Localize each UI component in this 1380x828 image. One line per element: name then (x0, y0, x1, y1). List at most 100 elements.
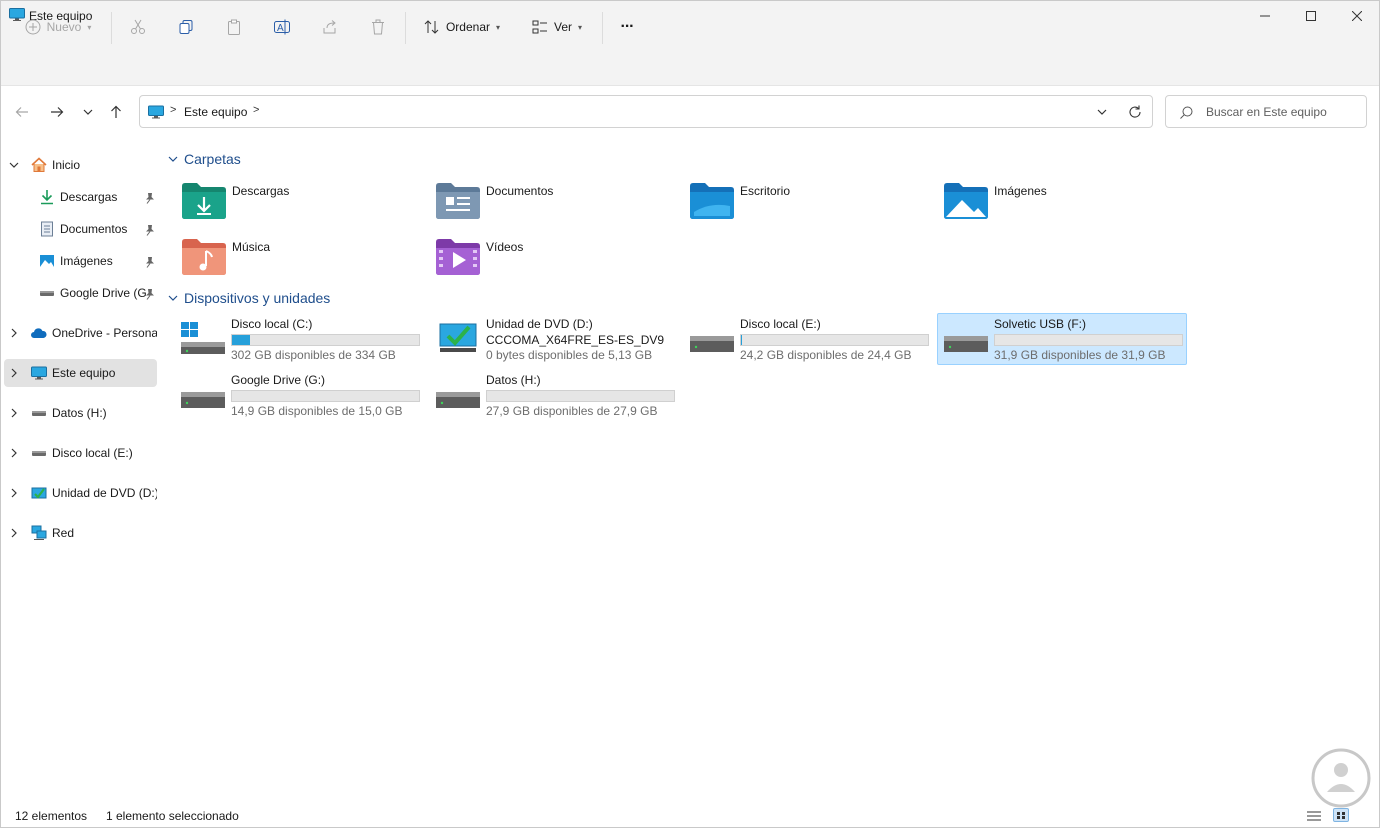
sidebar-item-disco-local-e[interactable]: Disco local (E:) (4, 439, 157, 467)
drive-usage-bar (486, 390, 675, 402)
sidebar-item-red[interactable]: Red (4, 519, 157, 547)
windows-drive-icon (181, 322, 225, 354)
sidebar-item-onedrive[interactable]: OneDrive - Personal (4, 319, 157, 347)
back-button[interactable] (10, 100, 34, 124)
chevron-right-icon[interactable] (8, 367, 20, 379)
sidebar-item-inicio[interactable]: Inicio (4, 151, 157, 179)
computer-icon (148, 105, 164, 119)
recent-locations-button[interactable] (76, 100, 100, 124)
drive-tile-h[interactable]: Datos (H:) 27,9 GB disponibles de 27,9 G… (436, 370, 686, 422)
drive-name: Datos (H:) (486, 373, 541, 387)
paste-button[interactable] (220, 12, 248, 42)
sidebar-item-imagenes[interactable]: Imágenes (4, 247, 157, 275)
drive-usage-bar (994, 334, 1183, 346)
drive-tile-f[interactable]: Solvetic USB (F:) 31,9 GB disponibles de… (937, 313, 1187, 365)
drive-tile-d[interactable]: Unidad de DVD (D:) CCCOMA_X64FRE_ES-ES_D… (436, 314, 686, 366)
breadcrumb-este-equipo[interactable]: Este equipo (184, 105, 247, 119)
chevron-down-icon (168, 156, 178, 162)
folder-tile-musica[interactable]: Música (182, 234, 432, 286)
drive-name: Disco local (C:) (231, 317, 313, 331)
drive-space-info: 302 GB disponibles de 334 GB (231, 348, 396, 362)
sidebar-item-label: Inicio (52, 158, 81, 172)
drive-space-info: 0 bytes disponibles de 5,13 GB (486, 348, 653, 362)
view-button[interactable]: Ver ▾ (524, 12, 590, 42)
folder-tile-imagenes[interactable]: Imágenes (944, 178, 1194, 230)
sort-button[interactable]: Ordenar ▾ (416, 12, 508, 42)
maximize-icon (1306, 11, 1316, 21)
sidebar-item-documentos[interactable]: Documentos (4, 215, 157, 243)
sidebar-item-descargas[interactable]: Descargas (4, 183, 157, 211)
up-button[interactable] (104, 100, 128, 124)
rename-icon: A (274, 19, 290, 35)
sidebar-item-label: Documentos (60, 222, 128, 236)
view-label: Ver (553, 20, 572, 34)
sidebar-item-google-drive[interactable]: Google Drive (G (4, 279, 157, 307)
drive-tile-e[interactable]: Disco local (E:) 24,2 GB disponibles de … (690, 314, 940, 366)
drive-space-info: 27,9 GB disponibles de 27,9 GB (486, 404, 658, 418)
group-header-dispositivos[interactable]: Dispositivos y unidades (168, 290, 330, 306)
search-box[interactable]: Buscar en Este equipo (1165, 95, 1367, 128)
maximize-button[interactable] (1288, 0, 1334, 32)
refresh-icon[interactable] (1128, 105, 1142, 119)
chevron-down-icon[interactable] (1097, 107, 1107, 117)
folder-name: Escritorio (740, 184, 791, 198)
breadcrumb-separator[interactable]: > (253, 104, 259, 116)
drive-usage-fill (741, 335, 743, 345)
chevron-right-icon[interactable] (8, 407, 20, 419)
rename-button[interactable]: A (268, 12, 296, 42)
drive-name: Solvetic USB (F:) (994, 317, 1087, 331)
view-icon (532, 20, 547, 34)
pictures-folder-icon (944, 183, 988, 219)
sidebar-item-label: OneDrive - Personal (52, 326, 157, 340)
drive-tile-c[interactable]: Disco local (C:) 302 GB disponibles de 3… (181, 314, 431, 366)
group-header-carpetas[interactable]: Carpetas (168, 151, 241, 167)
drive-tile-g[interactable]: Google Drive (G:) 14,9 GB disponibles de… (181, 370, 431, 422)
drive-usage-bar (740, 334, 929, 346)
drive-volume-label: CCCOMA_X64FRE_ES-ES_DV9 (486, 333, 665, 347)
sidebar-item-este-equipo[interactable]: Este equipo (4, 359, 157, 387)
close-button[interactable] (1334, 0, 1380, 32)
address-bar[interactable]: > Este equipo > (139, 95, 1153, 128)
chevron-right-icon[interactable] (8, 527, 20, 539)
folder-tile-documentos[interactable]: Documentos (436, 178, 686, 230)
status-bar: 12 elementos 1 elemento seleccionado (0, 804, 1380, 828)
details-view-button[interactable] (1307, 810, 1321, 825)
copy-button[interactable] (172, 12, 200, 42)
drive-icon (32, 411, 46, 416)
sidebar-item-datos[interactable]: Datos (H:) (4, 399, 157, 427)
forward-button[interactable] (45, 100, 69, 124)
pin-icon[interactable] (144, 256, 156, 268)
sidebar-item-label: Disco local (E:) (52, 446, 133, 460)
chevron-right-icon[interactable] (8, 487, 20, 499)
home-icon (31, 157, 47, 172)
chevron-right-icon[interactable] (8, 327, 20, 339)
desktop-folder-icon (690, 183, 734, 219)
pin-icon[interactable] (144, 224, 156, 236)
drive-icon (690, 336, 734, 352)
drive-space-info: 31,9 GB disponibles de 31,9 GB (994, 348, 1166, 362)
music-folder-icon (182, 239, 226, 275)
chevron-right-icon[interactable] (8, 447, 20, 459)
folder-tile-videos[interactable]: Vídeos (436, 234, 686, 286)
dvd-drive-icon (31, 487, 47, 499)
folder-tile-escritorio[interactable]: Escritorio (690, 178, 940, 230)
folder-tile-descargas[interactable]: Descargas (182, 178, 432, 230)
pin-icon[interactable] (144, 192, 156, 204)
sidebar-item-dvd[interactable]: Unidad de DVD (D:) (4, 479, 157, 507)
new-button[interactable]: Nuevo ▾ (16, 12, 100, 42)
drive-space-info: 24,2 GB disponibles de 24,4 GB (740, 348, 912, 362)
chevron-down-icon: ▾ (578, 22, 583, 32)
more-options-button[interactable]: ··· (612, 12, 642, 42)
sidebar-item-label: Este equipo (52, 366, 116, 380)
cut-button[interactable] (124, 12, 152, 42)
pin-icon[interactable] (144, 288, 156, 300)
drive-space-info: 14,9 GB disponibles de 15,0 GB (231, 404, 403, 418)
search-placeholder: Buscar en Este equipo (1206, 105, 1327, 119)
drive-name: Google Drive (G:) (231, 373, 326, 387)
breadcrumb-separator[interactable]: > (170, 104, 176, 116)
minimize-button[interactable] (1242, 0, 1288, 32)
share-button[interactable] (316, 12, 344, 42)
chevron-down-icon[interactable] (8, 159, 20, 171)
delete-button[interactable] (364, 12, 392, 42)
plus-circle-icon (25, 19, 41, 35)
